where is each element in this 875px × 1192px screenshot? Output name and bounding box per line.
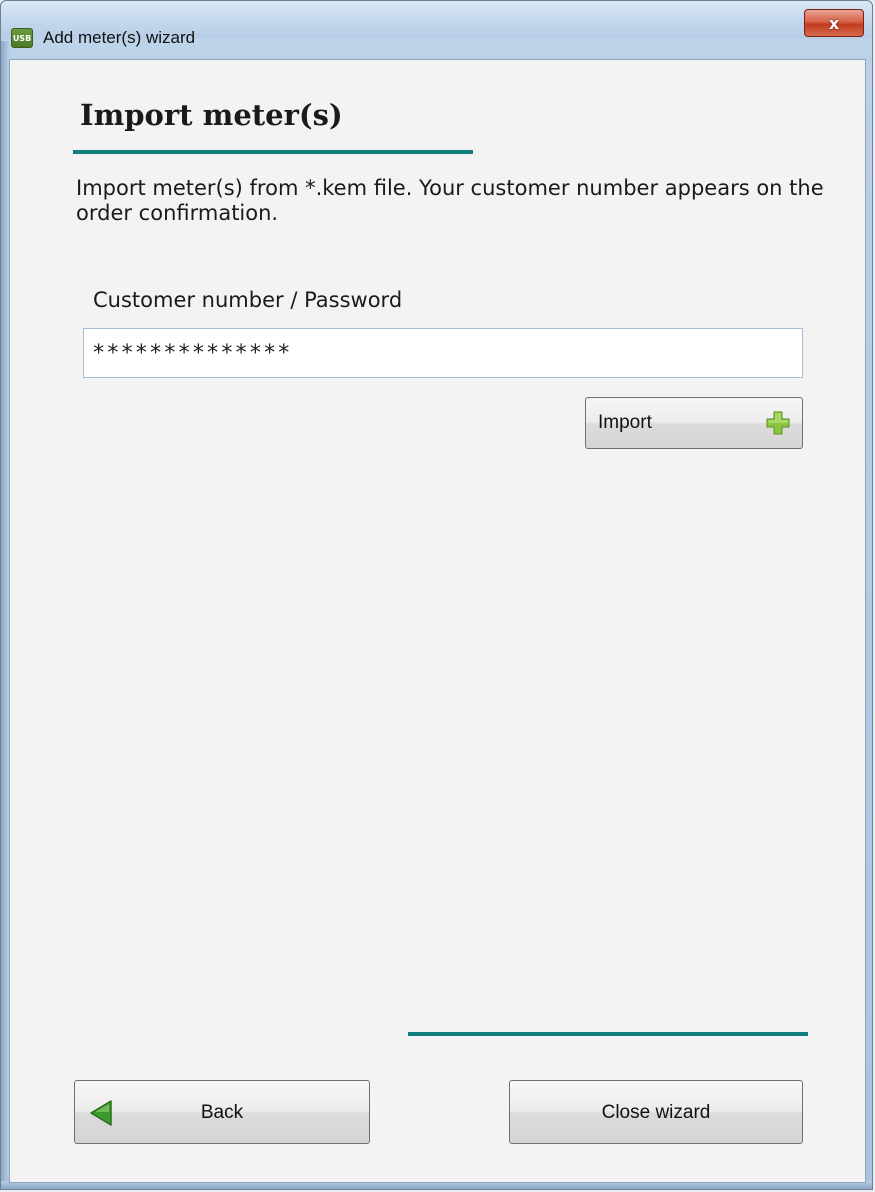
window-title: Add meter(s) wizard — [43, 28, 196, 47]
title-underline — [73, 150, 473, 154]
customer-number-password-input[interactable] — [83, 328, 803, 378]
close-wizard-button[interactable]: Close wizard — [509, 1080, 803, 1144]
window-frame-left — [1, 41, 9, 1189]
page-title: Import meter(s) — [80, 98, 343, 132]
footer-divider — [408, 1032, 808, 1036]
customer-number-label: Customer number / Password — [93, 288, 403, 312]
back-button[interactable]: Back — [74, 1080, 370, 1144]
close-icon: x — [828, 13, 840, 33]
back-button-label: Back — [200, 1102, 244, 1123]
wizard-window: USB Add meter(s) wizard x Import meter(s… — [0, 0, 873, 1190]
title-bar[interactable]: USB Add meter(s) wizard x — [1, 1, 872, 48]
app-icon: USB — [11, 28, 33, 48]
import-button-label: Import — [598, 412, 652, 433]
window-close-button[interactable]: x — [804, 9, 864, 37]
wizard-content: Import meter(s) Import meter(s) from *.k… — [9, 59, 866, 1183]
import-button[interactable]: Import — [585, 397, 803, 449]
page-description: Import meter(s) from *.kem file. Your cu… — [76, 176, 824, 225]
plus-icon — [766, 411, 790, 435]
close-wizard-button-label: Close wizard — [601, 1102, 711, 1123]
